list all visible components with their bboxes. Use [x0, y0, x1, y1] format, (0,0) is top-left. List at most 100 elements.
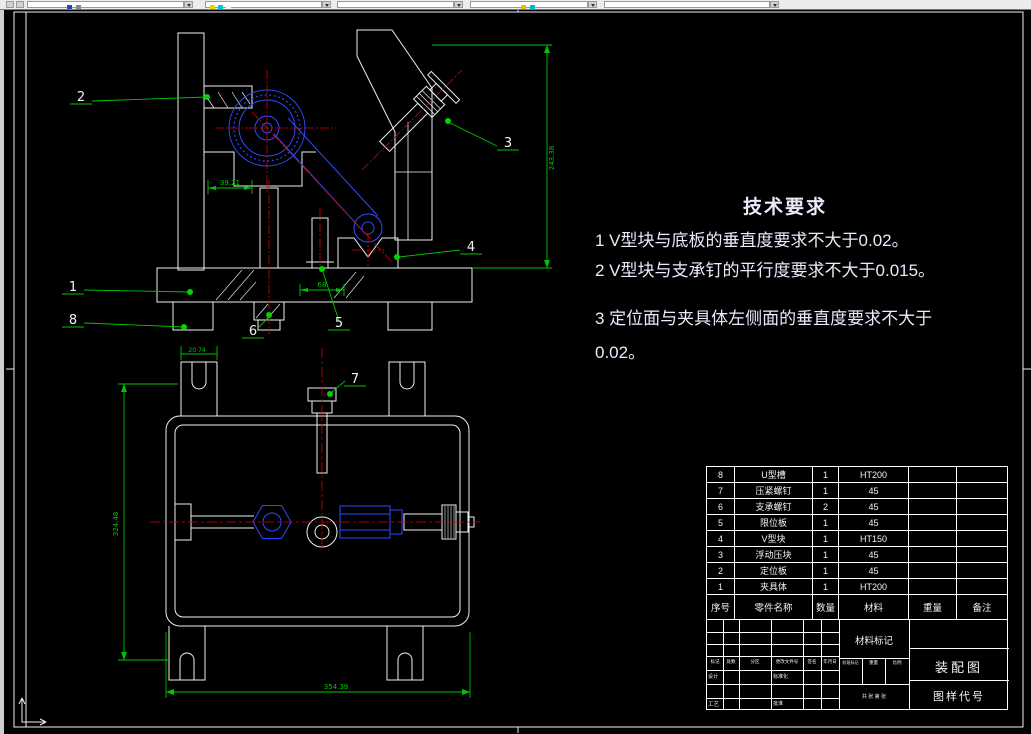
- role-label-approve: 批准: [773, 701, 784, 707]
- bom-cell: 45: [839, 563, 909, 579]
- dim-top-width: 354.39: [324, 683, 349, 691]
- layer-dropdown-arrow-icon[interactable]: [184, 1, 193, 8]
- bom-header-note: 备注: [972, 603, 992, 614]
- bom-cell: U型槽: [735, 467, 813, 483]
- bom-cell: [957, 483, 1007, 499]
- bom-cell: [909, 579, 957, 595]
- balloon-6[interactable]: 6: [249, 324, 257, 339]
- revision-label-mark: 标记: [710, 659, 720, 664]
- layer-state-icon: [76, 5, 81, 9]
- plotstyle-dropdown-arrow-icon[interactable]: [770, 1, 779, 8]
- revision-label-zone: 分区: [750, 659, 760, 664]
- clamp-screw: [378, 70, 461, 153]
- bom-cell: 1: [813, 483, 839, 499]
- layer-dropdown[interactable]: [27, 1, 184, 9]
- balloon-2[interactable]: 2: [77, 90, 85, 105]
- window-left-edge: [0, 9, 4, 734]
- bom-cell: 1: [813, 547, 839, 563]
- bom-cell: 1: [813, 531, 839, 547]
- tech-req-line-4: 0.02。: [595, 343, 646, 362]
- revision-label-date: 年月日: [823, 659, 837, 664]
- bom-cell: [957, 531, 1007, 547]
- balloon-4[interactable]: 4: [467, 240, 475, 255]
- color-dropdown-arrow-icon[interactable]: [322, 1, 331, 8]
- layer-color-swatch: [67, 5, 72, 9]
- balloon-1[interactable]: 1: [69, 280, 77, 295]
- dim-front-height: 243.38: [548, 146, 556, 171]
- lineweight-swatch-2: [530, 5, 535, 9]
- bom-cell: 限位板: [735, 515, 813, 531]
- drawing-code: 图样代号: [933, 691, 985, 703]
- bom-cell: 45: [839, 547, 909, 563]
- linetype-dropdown[interactable]: [337, 1, 454, 8]
- top-view[interactable]: [165, 361, 475, 681]
- front-view[interactable]: [156, 29, 473, 331]
- bom-header-no: 序号: [707, 595, 735, 619]
- bom-cell: 4: [707, 531, 735, 547]
- title-block: 标记 处数 分区 更改文件号 签名 年月日 设计 标准化 工艺 批准 材料标记 …: [706, 619, 1009, 710]
- stage-mark-label: 阶段标记: [842, 660, 859, 665]
- bom-cell: [909, 547, 957, 563]
- balloon-3[interactable]: 3: [504, 136, 512, 151]
- layer-toggle-icon[interactable]: [6, 1, 14, 8]
- technical-requirements: 技术要求 1 V型块与底板的垂直度要求不大于0.02。 2 V型块与支承钉的平行…: [595, 192, 1025, 372]
- bom-cell: 压紧螺钉: [735, 483, 813, 499]
- balloon-5[interactable]: 5: [335, 316, 343, 331]
- bom-header-wt: 重量: [909, 595, 957, 619]
- bom-cell: [957, 563, 1007, 579]
- bom-cell: 5: [707, 515, 735, 531]
- bom-cell: 1: [813, 515, 839, 531]
- bom-cell: HT150: [839, 531, 909, 547]
- bom-cell: 2: [707, 563, 735, 579]
- revision-label-count: 处数: [726, 659, 736, 664]
- lineweight-dropdown-arrow-icon[interactable]: [588, 1, 597, 8]
- tech-req-title: 技术要求: [743, 197, 828, 218]
- plotstyle-dropdown[interactable]: [604, 1, 770, 8]
- bom-cell: HT200: [839, 467, 909, 483]
- bom-cell: 2: [813, 499, 839, 515]
- revision-label-docno: 更改文件号: [775, 659, 799, 664]
- sheet-count-label: 共 张 第 张: [861, 694, 887, 700]
- dim-front-span: 68: [318, 281, 327, 289]
- parts-list-table: 8 U型槽 1 HT200 7 压紧螺钉 1 45 6 支承螺钉 2 45 5 …: [706, 466, 1008, 619]
- bom-cell: [909, 483, 957, 499]
- bom-cell: HT200: [839, 579, 909, 595]
- cad-app-window: 39.21 68 243.38 2 1 8 6 5 4 3 324.48 354…: [0, 0, 1031, 734]
- revision-label-sign: 签名: [807, 659, 817, 664]
- bom-cell: 1: [813, 467, 839, 483]
- layer-properties-icon[interactable]: [16, 1, 24, 8]
- lineweight-dropdown[interactable]: [470, 1, 588, 9]
- bom-cell: 浮动压块: [735, 547, 813, 563]
- bom-cell: 3: [707, 547, 735, 563]
- bom-cell: [957, 499, 1007, 515]
- bom-cell: 45: [839, 499, 909, 515]
- bom-cell: 1: [813, 563, 839, 579]
- tech-req-line-1: 1 V型块与底板的垂直度要求不大于0.02。: [595, 231, 909, 250]
- bom-cell: 7: [707, 483, 735, 499]
- lineweight-swatch: [521, 5, 526, 9]
- balloon-7[interactable]: 7: [351, 372, 359, 387]
- front-dimension-arrows: [208, 45, 550, 292]
- top-toolbar: [0, 0, 1031, 10]
- bom-cell: 45: [839, 483, 909, 499]
- color-swatch-yellow: [210, 5, 215, 9]
- weight-label: 重量: [869, 660, 878, 665]
- bom-cell: [909, 467, 957, 483]
- bom-cell: 定位板: [735, 563, 813, 579]
- tech-req-line-2: 2 V型块与支承钉的平行度要求不大于0.015。: [595, 261, 936, 280]
- top-balloon-dot: [327, 391, 333, 397]
- balloon-8[interactable]: 8: [69, 313, 77, 328]
- scale-label: 比例: [892, 660, 902, 665]
- bom-cell: [957, 467, 1007, 483]
- dim-top-height: 324.48: [112, 512, 120, 537]
- bom-cell: 8: [707, 467, 735, 483]
- linetype-dropdown-arrow-icon[interactable]: [454, 1, 463, 8]
- front-balloon-dots: [181, 94, 451, 330]
- dim-front-offset: 39.21: [220, 179, 240, 187]
- bom-cell: 1: [707, 579, 735, 595]
- front-view-blue-detail: [228, 89, 383, 243]
- role-label-standard: 标准化: [773, 674, 789, 680]
- color-dropdown[interactable]: [205, 1, 322, 9]
- ucs-icon: [18, 697, 47, 726]
- material-mark-label: 材料标记: [854, 636, 893, 647]
